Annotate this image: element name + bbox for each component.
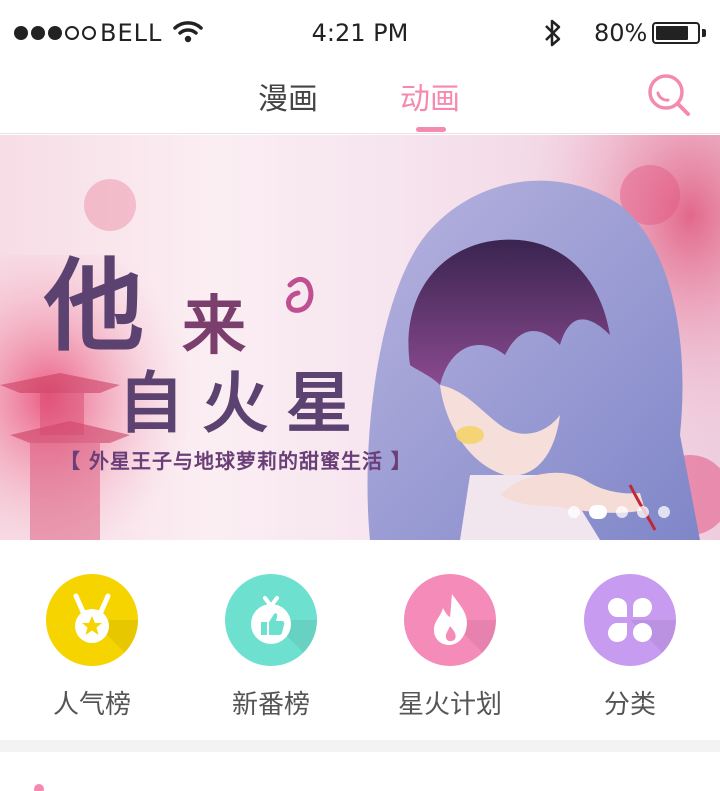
banner-title-ta: 他 bbox=[44, 247, 148, 365]
carousel-dot[interactable] bbox=[637, 506, 649, 518]
banner-carousel[interactable]: 他 来 自火星 【 外星王子与地球萝莉的甜蜜生活 】 bbox=[0, 135, 720, 540]
battery-icon bbox=[652, 22, 700, 44]
flame-icon bbox=[404, 574, 496, 666]
category-classification[interactable]: 分类 bbox=[540, 574, 720, 721]
thumbs-up-icon bbox=[225, 574, 317, 666]
tab-anime[interactable]: 动画 bbox=[400, 74, 460, 118]
banner-subtitle: 【 外星王子与地球萝莉的甜蜜生活 】 bbox=[60, 449, 412, 473]
section-marker-icon bbox=[34, 784, 44, 791]
category-shortcuts: 人气榜 新番榜 星火计划 分类 bbox=[0, 540, 720, 740]
top-nav: 漫画 动画 bbox=[0, 66, 720, 134]
category-label: 星火计划 bbox=[397, 690, 502, 720]
category-label: 新番榜 bbox=[231, 690, 310, 720]
battery-tip bbox=[702, 29, 706, 37]
category-label: 人气榜 bbox=[52, 690, 131, 720]
next-section bbox=[0, 752, 720, 791]
search-icon[interactable] bbox=[646, 71, 692, 117]
category-label: 分类 bbox=[603, 690, 656, 720]
category-popular-ranking[interactable]: 人气榜 bbox=[2, 574, 182, 721]
carousel-dot-active[interactable] bbox=[589, 505, 607, 519]
status-bar: BELL 4:21 PM 80% bbox=[0, 0, 720, 66]
battery-percent: 80% bbox=[594, 19, 648, 47]
category-new-anime-ranking[interactable]: 新番榜 bbox=[181, 574, 361, 721]
medal-icon bbox=[46, 574, 138, 666]
grid-icon bbox=[584, 574, 676, 666]
carousel-indicator bbox=[568, 505, 670, 519]
active-tab-indicator bbox=[416, 127, 446, 132]
banner-title-zihuoxing: 自火星 bbox=[118, 364, 370, 442]
carousel-dot[interactable] bbox=[568, 506, 580, 518]
section-divider bbox=[0, 740, 720, 752]
tab-manga[interactable]: 漫画 bbox=[258, 74, 318, 118]
bluetooth-icon bbox=[545, 19, 561, 47]
carousel-dot[interactable] bbox=[658, 506, 670, 518]
category-spark-plan[interactable]: 星火计划 bbox=[360, 574, 540, 721]
carousel-dot[interactable] bbox=[616, 506, 628, 518]
